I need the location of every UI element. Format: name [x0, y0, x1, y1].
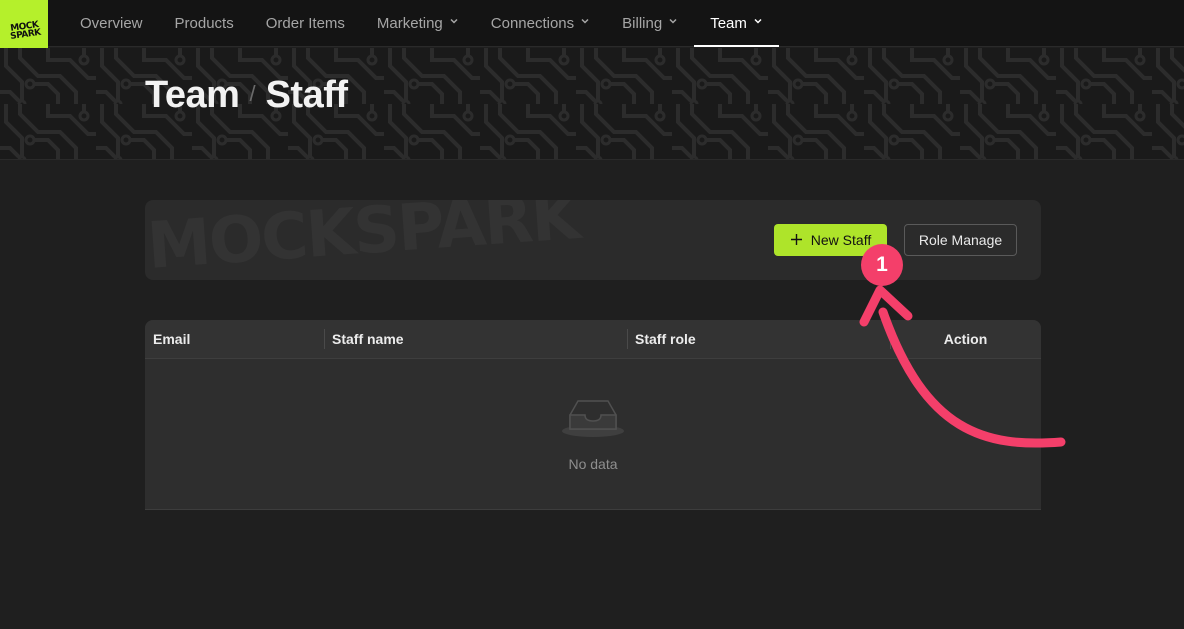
chevron-down-icon	[580, 16, 590, 29]
empty-state-text: No data	[568, 456, 618, 472]
breadcrumb-separator: /	[249, 81, 256, 106]
staff-toolbar: MOCKSPARK New Staff Role Manage	[145, 200, 1041, 280]
empty-inbox-icon	[561, 397, 625, 444]
column-label: Staff name	[332, 331, 404, 347]
nav-item-overview[interactable]: Overview	[64, 0, 159, 46]
staff-table: Email Staff name Staff role Action No da…	[145, 320, 1041, 510]
nav-item-label: Billing	[622, 14, 663, 32]
nav-item-label: Team	[710, 14, 747, 32]
nav-menu: Overview Products Order Items Marketing …	[64, 0, 779, 47]
nav-item-label: Connections	[490, 14, 575, 32]
column-header-email: Email	[145, 320, 324, 358]
page-title: Staff	[265, 74, 348, 116]
nav-item-label: Overview	[80, 14, 143, 32]
nav-item-team[interactable]: Team	[694, 0, 779, 47]
column-header-action: Action	[890, 320, 1041, 358]
chevron-down-icon	[753, 16, 763, 29]
column-header-staff-name: Staff name	[324, 320, 627, 358]
new-staff-label: New Staff	[810, 232, 872, 248]
role-manage-label: Role Manage	[918, 232, 1003, 248]
brand-watermark: MOCKSPARK	[145, 200, 582, 280]
nav-item-marketing[interactable]: Marketing	[361, 0, 475, 46]
empty-state: No data	[145, 397, 1041, 472]
brand-logo-mark: MOCK SPARK	[0, 0, 48, 48]
brand-logo[interactable]: MOCK SPARK	[0, 0, 48, 48]
nav-item-products[interactable]: Products	[159, 0, 250, 46]
plus-icon	[790, 231, 803, 249]
nav-item-label: Marketing	[376, 14, 443, 32]
step-number-badge: 1	[861, 244, 903, 286]
nav-item-label: Products	[174, 14, 234, 32]
breadcrumb-parent[interactable]: Team	[145, 74, 240, 117]
nav-item-label: Order Items	[265, 14, 345, 32]
top-navigation: MOCK SPARK Overview Products Order Items…	[0, 0, 1184, 48]
column-header-staff-role: Staff role	[627, 320, 890, 358]
chevron-down-icon	[668, 16, 678, 29]
chevron-down-icon	[449, 16, 459, 29]
column-label: Email	[153, 331, 191, 347]
nav-item-connections[interactable]: Connections	[475, 0, 606, 46]
table-body: No data	[145, 359, 1041, 509]
column-label: Staff role	[635, 331, 696, 347]
logo-text-bottom: SPARK	[9, 27, 42, 42]
table-header: Email Staff name Staff role Action	[145, 320, 1041, 359]
nav-item-order-items[interactable]: Order Items	[250, 0, 361, 46]
nav-item-billing[interactable]: Billing	[606, 0, 694, 46]
breadcrumb: Team / Staff	[145, 74, 348, 117]
role-manage-button[interactable]: Role Manage	[904, 224, 1017, 256]
column-label: Action	[943, 331, 988, 347]
page-header: Team / Staff	[0, 48, 1184, 160]
